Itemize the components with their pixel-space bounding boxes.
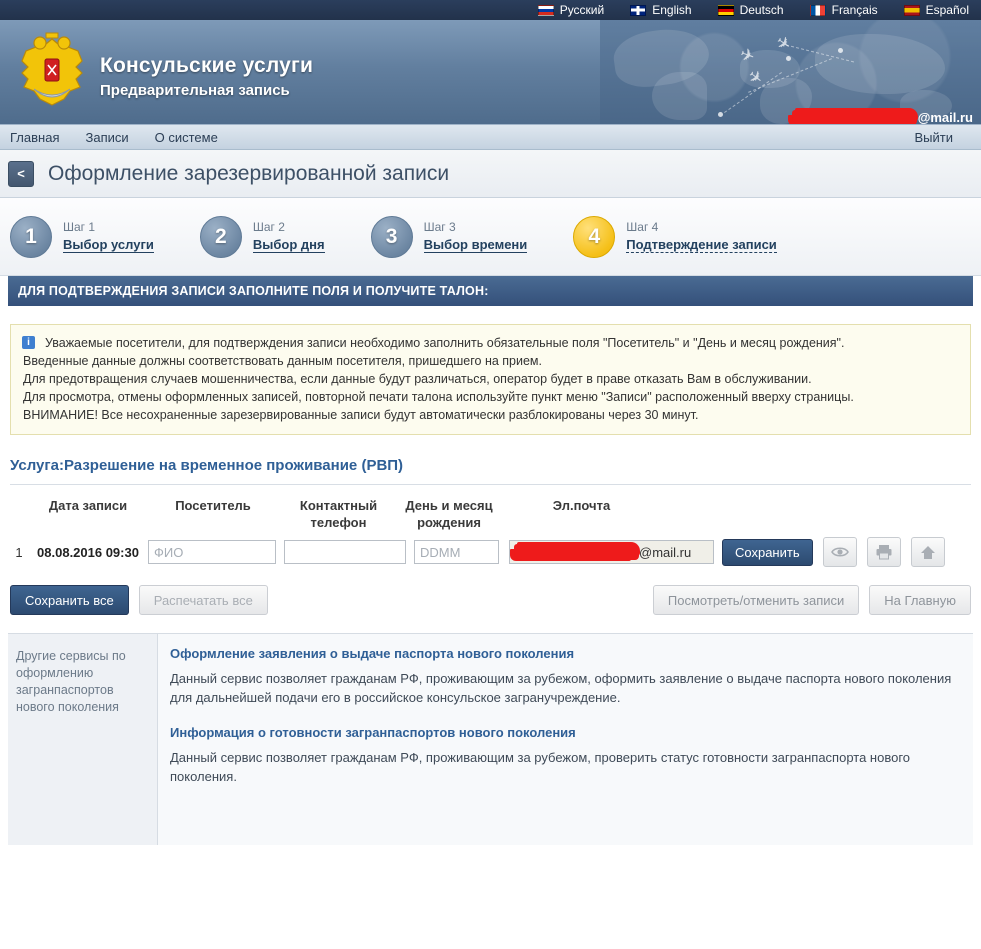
site-subtitle: Предварительная запись <box>100 82 290 99</box>
sidebar-item-home[interactable]: Главная <box>10 130 59 145</box>
main-navigation: Главная Записи О системе Выйти <box>0 125 981 150</box>
phone-input[interactable] <box>284 540 406 564</box>
language-option-ru[interactable]: Русский <box>537 3 605 17</box>
step-3-number: 3 <box>370 215 413 258</box>
brand-block: Консульские услуги Предварительная запис… <box>100 54 313 99</box>
flag-uk-icon <box>630 4 647 16</box>
email-domain: @mail.ru <box>917 110 973 125</box>
language-bar: Русский English Deutsch Français Español <box>0 0 981 20</box>
language-label: English <box>652 3 692 17</box>
print-icon <box>876 545 892 560</box>
step-2-label[interactable]: Выбор дня <box>252 237 325 253</box>
email-domain: @mail.ru <box>639 544 692 560</box>
view-cancel-records-button[interactable]: Посмотреть/отменить записи <box>652 585 860 615</box>
flag-france-icon <box>809 4 826 16</box>
language-option-de[interactable]: Deutsch <box>717 3 784 17</box>
step-3-caption: Шаг 3 <box>423 220 456 234</box>
russian-coat-of-arms-icon <box>21 32 83 106</box>
view-icon <box>830 547 849 557</box>
bottom-strip <box>0 845 981 855</box>
birthday-input[interactable] <box>414 540 499 564</box>
language-label: Русский <box>559 3 605 17</box>
table-row: 1 08.08.2016 09:30 @mail.ru Сохранить <box>10 537 971 573</box>
column-phone-line1: Контактный <box>299 498 378 513</box>
step-2[interactable]: 2 Шаг 2 Выбор дня <box>199 215 325 258</box>
step-1-caption: Шаг 1 <box>63 220 96 234</box>
column-birthday: День и месяц рождения <box>399 497 499 531</box>
email-field[interactable]: @mail.ru <box>509 540 714 564</box>
step-4-number: 4 <box>573 215 616 258</box>
row-date: 08.08.2016 09:30 <box>37 544 139 560</box>
step-indicator: 1 Шаг 1 Выбор услуги 2 Шаг 2 Выбор дня 3… <box>0 198 981 276</box>
step-2-number: 2 <box>199 215 242 258</box>
step-4[interactable]: 4 Шаг 4 Подтверждение записи <box>573 215 777 258</box>
save-all-button[interactable]: Сохранить все <box>10 585 129 615</box>
column-phone-line2: телефон <box>310 515 367 530</box>
flag-spain-icon <box>903 4 920 16</box>
other-services-list: Оформление заявления о выдаче паспорта н… <box>158 634 973 845</box>
sidebar-item-records[interactable]: Записи <box>85 130 128 145</box>
home-button[interactable] <box>910 537 945 567</box>
info-line-5: ВНИМАНИЕ! Все несохраненные зарезервиров… <box>23 408 699 422</box>
page-title: Оформление зарезервированной записи <box>48 161 450 185</box>
service-title: Услуга:Разрешение на временное проживани… <box>10 457 404 474</box>
page-header: < Оформление зарезервированной записи <box>0 150 981 198</box>
language-label: Français <box>831 3 878 17</box>
other-services-caption: Другие сервисы по оформлению загранпаспо… <box>8 634 158 845</box>
flag-germany-icon <box>717 4 734 16</box>
info-line-1: Уважаемые посетители, для подтверждения … <box>45 336 845 350</box>
column-phone: Контактный телефон <box>278 497 399 531</box>
column-email: Эл.почта <box>552 498 611 513</box>
language-option-en[interactable]: English <box>630 3 692 17</box>
info-line-2: Введенные данные должны соответствовать … <box>23 354 542 368</box>
step-1-label[interactable]: Выбор услуги <box>63 237 154 253</box>
column-birthday-line2: рождения <box>417 515 481 530</box>
service-description-passport-application: Данный сервис позволяет гражданам РФ, пр… <box>170 671 952 705</box>
instruction-banner: ДЛЯ ПОДТВЕРЖДЕНИЯ ЗАПИСИ ЗАПОЛНИТЕ ПОЛЯ … <box>8 276 973 306</box>
language-label: Deutsch <box>739 3 784 17</box>
home-icon <box>920 546 935 559</box>
visitor-name-input[interactable] <box>148 540 276 564</box>
go-home-button[interactable]: На Главную <box>869 585 971 615</box>
service-link-passport-application[interactable]: Оформление заявления о выдаче паспорта н… <box>170 646 955 661</box>
step-4-caption: Шаг 4 <box>626 220 659 234</box>
column-date: Дата записи <box>48 498 128 513</box>
step-1[interactable]: 1 Шаг 1 Выбор услуги <box>10 215 154 258</box>
column-birthday-line1: День и месяц <box>405 498 493 513</box>
action-bar: Сохранить все Распечатать все Посмотреть… <box>10 585 971 615</box>
step-3-label[interactable]: Выбор времени <box>423 237 528 253</box>
step-2-caption: Шаг 2 <box>252 220 285 234</box>
service-description-passport-readiness: Данный сервис позволяет гражданам РФ, пр… <box>170 750 911 784</box>
service-link-passport-readiness[interactable]: Информация о готовности загранпаспортов … <box>170 725 955 740</box>
redacted-email-mask <box>791 110 917 124</box>
back-button[interactable]: < <box>8 160 34 187</box>
print-all-button[interactable]: Распечатать все <box>138 585 268 615</box>
view-ticket-button[interactable] <box>822 537 857 567</box>
language-label: Español <box>925 3 969 17</box>
logout-link[interactable]: Выйти <box>915 130 954 145</box>
language-option-fr[interactable]: Français <box>809 3 878 17</box>
row-index: 1 <box>15 544 23 560</box>
column-visitor: Посетитель <box>175 498 251 513</box>
flag-russia-icon <box>537 4 554 16</box>
step-1-number: 1 <box>10 215 52 258</box>
header-user-email: @mail.ru <box>791 110 973 125</box>
info-icon: i <box>22 336 35 349</box>
language-option-es[interactable]: Español <box>903 3 969 17</box>
bookings-table: Дата записи Посетитель Контактный телефо… <box>10 485 971 573</box>
step-4-label[interactable]: Подтверждение записи <box>626 237 777 253</box>
step-3[interactable]: 3 Шаг 3 Выбор времени <box>370 215 528 258</box>
table-header-row: Дата записи Посетитель Контактный телефо… <box>10 485 971 537</box>
other-services-panel: Другие сервисы по оформлению загранпаспо… <box>8 633 973 845</box>
site-title: Консульские услуги <box>100 54 314 77</box>
info-line-4: Для просмотра, отмены оформленных записе… <box>23 390 854 404</box>
print-ticket-button[interactable] <box>866 537 901 567</box>
save-row-button[interactable]: Сохранить <box>722 538 813 566</box>
info-notice: i Уважаемые посетители, для подтверждени… <box>10 324 971 435</box>
sidebar-item-about[interactable]: О системе <box>155 130 218 145</box>
redacted-email-mask <box>514 544 639 560</box>
site-header: ✈ ✈ ✈ Консульские услуги Предварительная… <box>0 20 981 125</box>
info-line-3: Для предотвращения случаев мошенничества… <box>23 372 812 386</box>
